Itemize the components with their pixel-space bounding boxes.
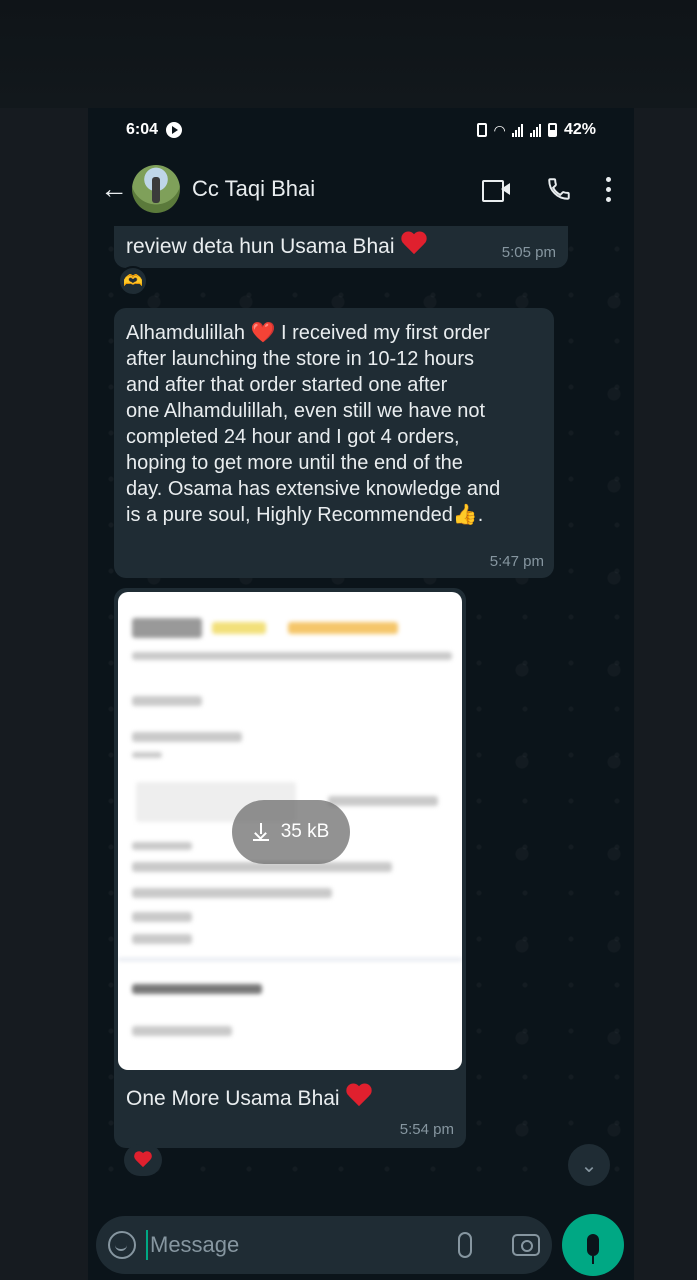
voice-message-button[interactable] — [562, 1214, 624, 1276]
header-actions — [482, 176, 622, 202]
download-button[interactable]: 35 kB — [232, 800, 350, 864]
blurred-order-screenshot[interactable]: 35 kB — [118, 592, 462, 1070]
message-input[interactable] — [146, 1230, 448, 1260]
battery-icon — [547, 123, 557, 137]
more-options-icon[interactable] — [606, 176, 612, 202]
message-time: 5:47 pm — [489, 553, 544, 570]
message-bubble[interactable]: Alhamdulillah ❤️ I received my first ord… — [114, 308, 554, 578]
vibrate-icon — [477, 123, 488, 137]
video-call-icon[interactable] — [482, 178, 512, 202]
heart-emoji — [345, 1084, 373, 1108]
letterbox-left — [0, 108, 88, 1280]
message-text: Alhamdulillah ❤️ I received my first ord… — [126, 322, 501, 526]
emoji-icon[interactable] — [108, 1231, 136, 1259]
signal-icon — [511, 123, 523, 137]
download-icon — [252, 823, 269, 841]
battery-percent: 42% — [563, 121, 596, 138]
heart-hands-reaction-icon[interactable]: 🫶 — [118, 266, 148, 296]
wifi-icon: ◠ — [494, 121, 505, 138]
composer-bar — [88, 1210, 634, 1280]
heart-emoji — [400, 232, 428, 256]
image-message-bubble[interactable]: 35 kB One More Usama Bhai 5:54 pm — [114, 588, 466, 1148]
message-text: One More Usama Bhai — [126, 1084, 373, 1111]
chevron-double-down-icon: ⌄ — [580, 1154, 598, 1177]
phone-screen: 6:04 ◠ 42% ← Cc Taqi Bhai review deta hu… — [88, 108, 634, 1280]
contact-avatar[interactable] — [132, 165, 180, 213]
message-input-container — [96, 1216, 552, 1274]
status-icons: ◠ 42% — [477, 121, 596, 139]
attachment-size: 35 kB — [280, 821, 330, 842]
letterbox-right — [634, 108, 697, 1280]
heart-reaction[interactable] — [124, 1144, 162, 1176]
heart-icon — [133, 1152, 153, 1169]
message-time: 5:54 pm — [399, 1121, 454, 1138]
signal-icon-2 — [529, 123, 541, 137]
message-text: review deta hun Usama Bhai — [126, 232, 428, 259]
chat-header: ← Cc Taqi Bhai — [88, 152, 634, 226]
phone-call-icon[interactable] — [546, 176, 572, 202]
message-time: 5:05 pm — [501, 244, 556, 261]
microphone-icon — [587, 1234, 599, 1264]
play-icon — [166, 122, 183, 138]
letterbox-top — [0, 0, 697, 108]
contact-name[interactable]: Cc Taqi Bhai — [192, 176, 315, 202]
scroll-to-bottom-button[interactable]: ⌄ — [568, 1144, 610, 1186]
back-arrow-icon[interactable]: ← — [100, 175, 128, 203]
chat-area[interactable]: review deta hun Usama Bhai 5:05 pm 🫶 Alh… — [88, 226, 634, 1210]
attachment-icon[interactable] — [458, 1232, 472, 1258]
camera-icon[interactable] — [512, 1234, 540, 1256]
status-time: 6:04 — [126, 121, 159, 138]
status-bar: 6:04 ◠ 42% — [88, 108, 634, 152]
message-bubble[interactable]: review deta hun Usama Bhai 5:05 pm — [114, 226, 568, 268]
